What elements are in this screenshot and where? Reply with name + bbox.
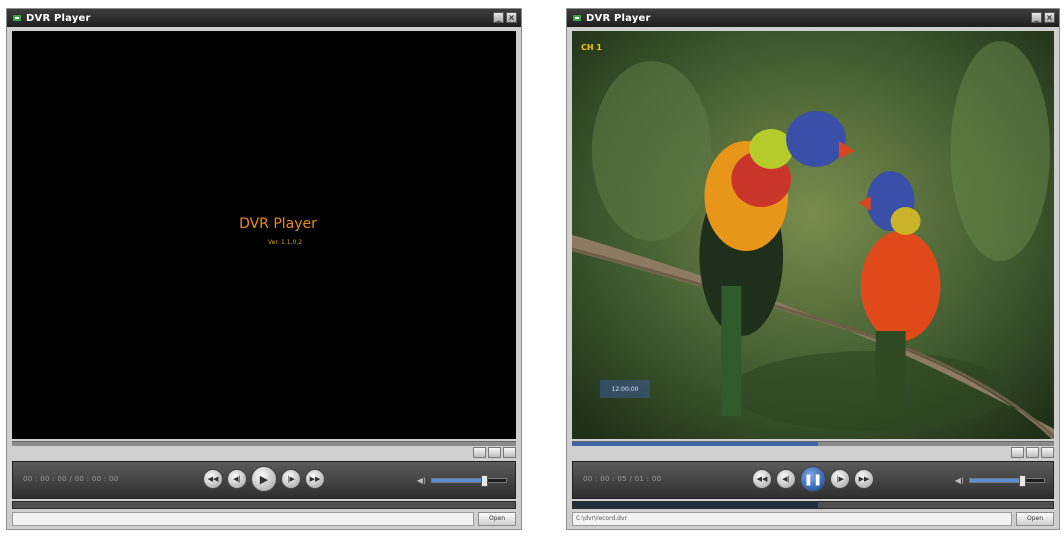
- control-panel: 00 : 00 : 05 / 01 : 00 ◀◀ ◀| ❚❚ |▶ ▶▶ ◀): [572, 461, 1054, 499]
- snapshot-button[interactable]: [1011, 447, 1024, 458]
- time-readout: 00 : 00 : 05 / 01 : 00: [583, 475, 662, 483]
- minimize-icon[interactable]: _: [493, 12, 504, 23]
- step-forward-icon[interactable]: |▶: [830, 469, 850, 489]
- app-icon: [573, 15, 581, 21]
- window-title: DVR Player: [586, 12, 651, 24]
- layout-button[interactable]: [1026, 447, 1039, 458]
- speaker-icon: ◀): [416, 476, 426, 485]
- volume-knob[interactable]: [480, 475, 488, 487]
- speaker-icon: ◀): [954, 476, 964, 485]
- video-area[interactable]: DVR Player Ver. 1.1.0.2: [12, 31, 516, 439]
- volume-fill: [432, 479, 484, 482]
- seek-fill: [572, 442, 818, 446]
- file-path-field[interactable]: C:\dvr\record.dvr: [572, 512, 1012, 526]
- fullscreen-button[interactable]: [503, 447, 516, 458]
- title-bar[interactable]: DVR Player _ ×: [7, 9, 521, 27]
- channel-label: CH 1: [581, 43, 602, 52]
- playback-progress[interactable]: [572, 501, 1054, 509]
- file-path-field[interactable]: [12, 512, 474, 526]
- time-readout: 00 : 00 : 00 / 00 : 00 : 00: [23, 475, 119, 483]
- dvr-player-window-left: DVR Player _ × DVR Player Ver. 1.1.0.2 0…: [6, 8, 522, 530]
- play-icon[interactable]: ▶: [251, 466, 277, 492]
- playback-progress[interactable]: [12, 501, 516, 509]
- dvr-player-window-right: DVR Player _ × CH 1 12:00:00 00: 00: 0…: [566, 8, 1060, 530]
- volume-knob[interactable]: [1018, 475, 1026, 487]
- volume-slider[interactable]: [969, 475, 1045, 487]
- close-icon[interactable]: ×: [506, 12, 517, 23]
- splash-title: DVR Player: [239, 216, 317, 232]
- open-button[interactable]: Open: [1016, 512, 1054, 526]
- control-panel: 00 : 00 : 00 / 00 : 00 : 00 ◀◀ ◀| ▶ |▶ ▶…: [12, 461, 516, 499]
- layout-button[interactable]: [488, 447, 501, 458]
- close-icon[interactable]: ×: [1044, 12, 1055, 23]
- minimize-icon[interactable]: _: [1031, 12, 1042, 23]
- fullscreen-button[interactable]: [1041, 447, 1054, 458]
- rewind-icon[interactable]: ◀◀: [203, 469, 223, 489]
- fast-forward-icon[interactable]: ▶▶: [305, 469, 325, 489]
- video-area[interactable]: CH 1 12:00:00: [572, 31, 1054, 439]
- step-forward-icon[interactable]: |▶: [281, 469, 301, 489]
- open-button[interactable]: Open: [478, 512, 516, 526]
- app-icon: [13, 15, 21, 21]
- seek-bar[interactable]: [572, 441, 1054, 446]
- fast-forward-icon[interactable]: ▶▶: [854, 469, 874, 489]
- rewind-icon[interactable]: ◀◀: [752, 469, 772, 489]
- volume-slider[interactable]: [431, 475, 507, 487]
- volume-fill: [970, 479, 1022, 482]
- step-back-icon[interactable]: ◀|: [776, 469, 796, 489]
- title-bar[interactable]: DVR Player _ ×: [567, 9, 1059, 27]
- progress-fill: [573, 502, 818, 508]
- osd-timestamp: 12:00:00: [600, 380, 650, 398]
- video-frame: [572, 31, 1054, 439]
- seek-bar[interactable]: [12, 441, 516, 446]
- window-title: DVR Player: [26, 12, 91, 24]
- step-back-icon[interactable]: ◀|: [227, 469, 247, 489]
- splash-version: Ver. 1.1.0.2: [268, 239, 303, 246]
- pause-icon[interactable]: ❚❚: [800, 466, 826, 492]
- snapshot-button[interactable]: [473, 447, 486, 458]
